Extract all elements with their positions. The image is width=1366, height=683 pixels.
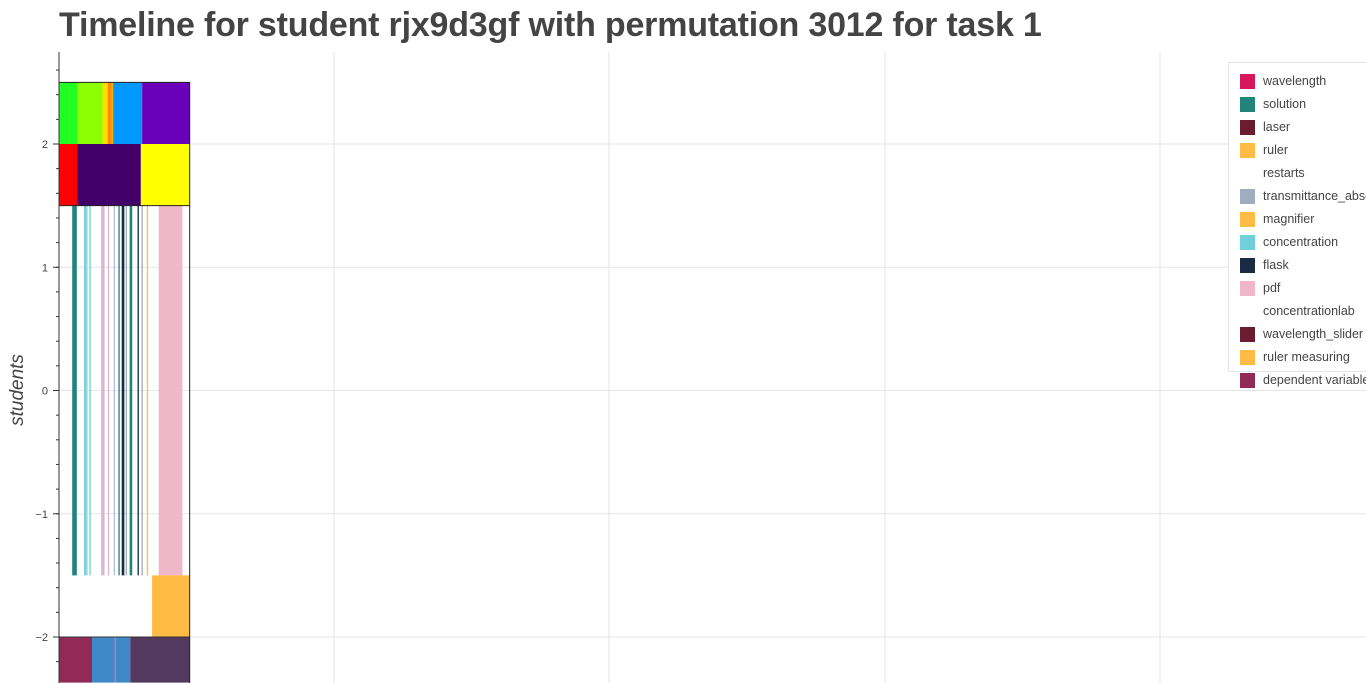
legend-item: restarts bbox=[1240, 163, 1305, 183]
y-tick-label: 2 bbox=[42, 139, 48, 151]
legend-item: concentrationlab bbox=[1240, 301, 1355, 321]
y-tick-label: 0 bbox=[42, 386, 48, 398]
timeline-segment bbox=[113, 205, 115, 576]
legend-swatch bbox=[1240, 211, 1255, 227]
timeline-segment bbox=[142, 82, 190, 144]
legend-label: pdf bbox=[1263, 281, 1281, 295]
timeline-segment bbox=[107, 82, 112, 144]
timeline-segment bbox=[129, 205, 133, 576]
timeline-segment bbox=[86, 205, 89, 576]
legend-swatch bbox=[1240, 326, 1255, 342]
timeline-segment bbox=[107, 205, 110, 576]
legend-label: flask bbox=[1263, 258, 1289, 272]
legend-item: laser bbox=[1240, 117, 1290, 137]
timeline-segment bbox=[84, 205, 87, 576]
legend-label: wavelength bbox=[1263, 74, 1327, 88]
timeline-segment bbox=[59, 144, 78, 206]
legend-label: concentration bbox=[1263, 235, 1339, 249]
legend-label: ruler bbox=[1263, 143, 1289, 157]
legend-item: dependent variable bbox=[1240, 370, 1366, 390]
timeline-segment bbox=[101, 205, 105, 576]
legend-swatch bbox=[1240, 303, 1255, 319]
timeline-segment bbox=[141, 205, 143, 576]
legend-label: restarts bbox=[1263, 166, 1305, 180]
legend-swatch bbox=[1240, 188, 1255, 204]
legend: wavelength solution laser ruler restarts tran… bbox=[1228, 62, 1366, 388]
legend-label: ruler measuring bbox=[1263, 350, 1350, 364]
timeline-segment bbox=[125, 205, 127, 576]
legend-swatch bbox=[1240, 349, 1255, 365]
timeline-segment bbox=[140, 144, 190, 206]
legend-swatch bbox=[1240, 234, 1255, 250]
legend-item: ruler bbox=[1240, 140, 1288, 160]
timeline-segment bbox=[111, 82, 114, 144]
y-tick-label: 1 bbox=[42, 262, 48, 274]
plot-area: 2 1 0 −1 −2 students bbox=[7, 52, 1366, 683]
legend-label: laser bbox=[1263, 120, 1291, 134]
legend-label: concentrationlab bbox=[1263, 304, 1355, 318]
timeline-segment bbox=[152, 575, 190, 637]
legend-swatch bbox=[1240, 119, 1255, 135]
legend-swatch bbox=[1240, 165, 1255, 181]
legend-item: ruler measuring bbox=[1240, 347, 1350, 367]
y-tick-label: −1 bbox=[35, 509, 48, 521]
legend-label: magnifier bbox=[1263, 212, 1315, 226]
legend-item: solution bbox=[1240, 94, 1306, 114]
legend-label: solution bbox=[1263, 97, 1307, 111]
timeline-segment bbox=[118, 205, 120, 576]
timeline-segment bbox=[137, 205, 139, 576]
legend-item: magnifier bbox=[1240, 209, 1314, 229]
timeline-segment bbox=[77, 144, 141, 206]
timeline-segment bbox=[77, 82, 103, 144]
legend-item: wavelength bbox=[1240, 71, 1326, 91]
legend-label: dependent variable bbox=[1263, 373, 1366, 387]
legend-swatch bbox=[1240, 257, 1255, 273]
y-tick-label: −2 bbox=[35, 632, 48, 644]
timeline-segment bbox=[130, 637, 190, 683]
legend-swatch bbox=[1240, 73, 1255, 89]
legend-swatch bbox=[1240, 372, 1255, 388]
timeline-segment bbox=[115, 637, 131, 683]
y-axis-label: students bbox=[7, 354, 28, 426]
legend-item: concentration bbox=[1240, 232, 1338, 252]
legend-label: transmittance_absorbance bbox=[1263, 189, 1366, 203]
timeline-segment bbox=[89, 205, 91, 576]
timeline-segment bbox=[121, 205, 125, 576]
timeline-segment bbox=[158, 205, 183, 576]
timeline-segment bbox=[146, 205, 149, 576]
timeline-segment bbox=[59, 82, 78, 144]
timeline-bars bbox=[58, 81, 191, 683]
grid-lines bbox=[59, 52, 1366, 683]
timeline-segment bbox=[92, 637, 115, 683]
legend-swatch bbox=[1240, 280, 1255, 296]
y-axis: 2 1 0 −1 −2 bbox=[35, 52, 60, 683]
timeline-segment bbox=[102, 82, 108, 144]
legend-item: wavelength_slider bbox=[1240, 324, 1363, 344]
legend-label: wavelength_slider bbox=[1263, 327, 1364, 341]
legend-swatch bbox=[1240, 96, 1255, 112]
timeline-segment bbox=[72, 205, 77, 576]
legend-swatch bbox=[1240, 142, 1255, 158]
timeline-segment bbox=[114, 637, 116, 683]
legend-item: transmittance_absorbance bbox=[1240, 186, 1366, 206]
legend-item: flask bbox=[1240, 255, 1289, 275]
timeline-segment bbox=[113, 82, 143, 144]
timeline-segment bbox=[59, 637, 92, 683]
legend-item: pdf bbox=[1240, 278, 1280, 298]
